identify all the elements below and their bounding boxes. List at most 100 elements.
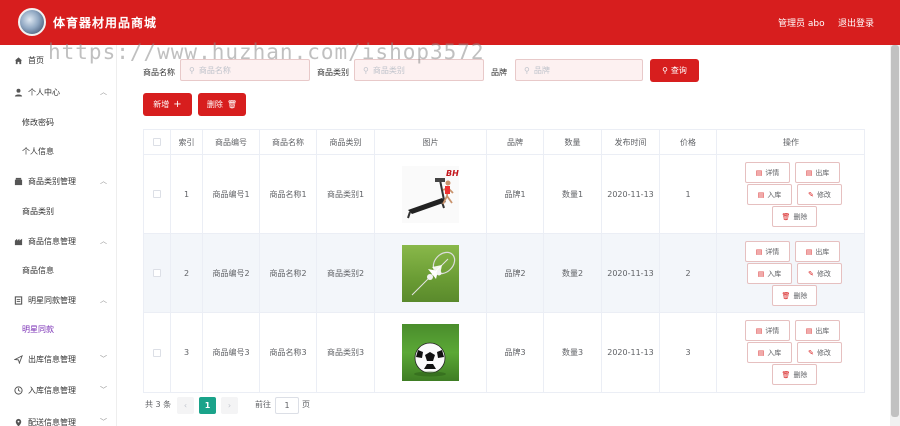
sidebar-item-goods-management[interactable]: 商品信息管理 ︿ <box>0 226 117 256</box>
sidebar-item-personal-info[interactable]: 个人信息 <box>0 136 117 166</box>
sidebar-item-inbound-management[interactable]: 入库信息管理 ﹀ <box>0 375 117 405</box>
edit-button[interactable]: ✎ 修改 <box>797 263 842 284</box>
header-price: 价格 <box>660 130 717 154</box>
product-image-treadmill: BH <box>402 165 459 223</box>
sidebar-item-star-same[interactable]: 明星同款 <box>0 314 117 344</box>
clock-icon <box>13 385 23 395</box>
user-icon <box>13 87 23 97</box>
search-icon: ⚲ <box>524 65 530 75</box>
document-icon: ▤ <box>805 326 813 335</box>
add-button[interactable]: 新增 + <box>143 93 192 116</box>
select-all-checkbox[interactable] <box>153 138 161 146</box>
logo <box>18 8 46 36</box>
search-icon: ⚲ <box>363 65 369 75</box>
cell-date: 2020-11-13 <box>602 234 660 312</box>
cell-price: 2 <box>660 234 717 312</box>
app-title: 体育器材用品商城 <box>53 16 158 30</box>
detail-button[interactable]: ▤ 详情 <box>745 241 790 262</box>
cell-ops: ▤ 详情 ▤ 出库 ▤ 入库 ✎ 修改 🗑 删除 <box>717 313 865 392</box>
sidebar-item-goods-info[interactable]: 商品信息 <box>0 255 117 285</box>
row-delete-button[interactable]: 🗑 删除 <box>772 206 817 227</box>
outbound-button[interactable]: ▤ 出库 <box>795 162 840 183</box>
header-ops: 操作 <box>783 137 799 147</box>
chevron-down-icon: ﹀ <box>100 355 107 363</box>
delete-button[interactable]: 删除 🗑 <box>198 93 246 116</box>
sidebar-item-category[interactable]: 商品类别 <box>0 196 117 226</box>
row-delete-button[interactable]: 🗑 删除 <box>772 285 817 306</box>
outbound-button[interactable]: ▤ 出库 <box>795 241 840 262</box>
cell-qty: 数量2 <box>544 234 602 312</box>
trash-icon: 🗑 <box>781 212 791 221</box>
edit-icon: ✎ <box>808 269 814 278</box>
cell-category: 商品类别2 <box>317 234 375 312</box>
header-code: 商品编号 <box>203 130 260 154</box>
edit-button[interactable]: ✎ 修改 <box>797 184 842 205</box>
cell-price: 3 <box>660 313 717 392</box>
prev-page-button[interactable]: ‹ <box>177 397 194 414</box>
table-row: 3 商品编号3 商品名称3 商品类别3 品牌3 数量3 2020-11-13 3… <box>144 313 864 392</box>
header-category: 商品类别 <box>317 130 375 154</box>
page-1-button[interactable]: 1 <box>199 397 216 414</box>
search-brand-input[interactable]: ⚲ 品牌 <box>515 59 643 81</box>
detail-button[interactable]: ▤ 详情 <box>745 162 790 183</box>
header-image: 图片 <box>375 130 487 154</box>
row-checkbox[interactable] <box>153 269 161 277</box>
cell-qty: 数量3 <box>544 313 602 392</box>
product-image-shuttlecock <box>402 244 459 302</box>
sidebar-item-change-password[interactable]: 修改密码 <box>0 107 117 137</box>
image-brand-text: BH <box>446 169 459 178</box>
sidebar-item-outbound-management[interactable]: 出库信息管理 ﹀ <box>0 344 117 374</box>
document-icon: ▤ <box>755 168 763 177</box>
cell-category: 商品类别1 <box>317 155 375 233</box>
location-icon <box>13 417 23 426</box>
plus-icon: + <box>173 99 182 110</box>
sidebar-item-personal-center[interactable]: 个人中心 ︿ <box>0 77 117 107</box>
trash-icon: 🗑 <box>781 291 791 300</box>
cell-code: 商品编号2 <box>203 234 260 312</box>
search-button[interactable]: ⚲ 查询 <box>650 59 699 82</box>
chevron-up-icon: ︿ <box>100 177 107 185</box>
inbound-button[interactable]: ▤ 入库 <box>747 263 792 284</box>
scrollbar[interactable] <box>890 45 900 426</box>
chevron-left-icon: ‹ <box>183 401 188 410</box>
sidebar-item-home[interactable]: 首页 <box>0 45 117 75</box>
page-unit-label: 页 <box>302 400 310 409</box>
document-icon: ▤ <box>805 168 813 177</box>
search-name-label: 商品名称 <box>143 68 175 77</box>
outbound-button[interactable]: ▤ 出库 <box>795 320 840 341</box>
cell-name: 商品名称2 <box>260 234 317 312</box>
sidebar-item-star-management[interactable]: 明星同款管理 ︿ <box>0 285 117 315</box>
sidebar-item-category-management[interactable]: 商品类别管理 ︿ <box>0 166 117 196</box>
detail-button[interactable]: ▤ 详情 <box>745 320 790 341</box>
goods-icon <box>13 236 23 246</box>
send-icon <box>13 354 23 364</box>
inbound-button[interactable]: ▤ 入库 <box>747 184 792 205</box>
document-icon: ▤ <box>805 247 813 256</box>
cell-ops: ▤ 详情 ▤ 出库 ▤ 入库 ✎ 修改 🗑 删除 <box>717 155 865 233</box>
document-icon: ▤ <box>757 348 765 357</box>
trash-icon: 🗑 <box>226 100 238 109</box>
header-brand: 品牌 <box>487 130 544 154</box>
main-content: 商品名称 ⚲ 商品名称 商品类别 ⚲ 商品类别 品牌 ⚲ 品牌 ⚲ 查询 新增 … <box>118 45 890 426</box>
product-image-football <box>402 324 459 381</box>
sidebar: 首页 个人中心 ︿ 修改密码 个人信息 商品类别管理 ︿ 商品类别 商品信息管理… <box>0 45 117 426</box>
row-checkbox[interactable] <box>153 348 161 357</box>
row-checkbox[interactable] <box>153 190 161 198</box>
row-delete-button[interactable]: 🗑 删除 <box>772 364 817 385</box>
search-name-input[interactable]: ⚲ 商品名称 <box>180 59 310 81</box>
edit-icon: ✎ <box>808 348 814 357</box>
cell-index: 2 <box>171 234 203 312</box>
scrollbar-thumb[interactable] <box>891 45 899 417</box>
cell-brand: 品牌1 <box>487 155 544 233</box>
logout-link[interactable]: 退出登录 <box>838 16 874 29</box>
cell-code: 商品编号3 <box>203 313 260 392</box>
search-icon: ⚲ <box>189 65 195 75</box>
next-page-button[interactable]: › <box>221 397 238 414</box>
sidebar-item-delivery-management[interactable]: 配送信息管理 ﹀ <box>0 407 117 426</box>
edit-button[interactable]: ✎ 修改 <box>797 342 842 363</box>
inbound-button[interactable]: ▤ 入库 <box>747 342 792 363</box>
table-header: 索引 商品编号 商品名称 商品类别 图片 品牌 数量 发布时间 价格 操作 <box>144 130 864 155</box>
search-category-input[interactable]: ⚲ 商品类别 <box>354 59 484 81</box>
goto-page-input[interactable]: 1 <box>275 397 299 414</box>
cell-code: 商品编号1 <box>203 155 260 233</box>
